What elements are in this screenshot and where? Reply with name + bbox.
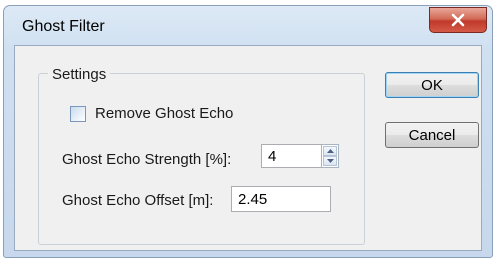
spin-up-button[interactable] <box>323 146 337 156</box>
window-title: Ghost Filter <box>22 18 105 35</box>
remove-ghost-echo-label[interactable]: Remove Ghost Echo <box>95 105 233 122</box>
offset-label: Ghost Echo Offset [m]: <box>62 192 214 209</box>
remove-ghost-echo-checkbox[interactable] <box>70 106 86 122</box>
cancel-button[interactable]: Cancel <box>385 122 479 148</box>
close-button[interactable] <box>429 7 487 33</box>
strength-spinner[interactable] <box>321 144 339 168</box>
offset-input[interactable] <box>231 186 331 212</box>
spin-down-button[interactable] <box>323 156 337 166</box>
arrow-down-icon <box>326 159 334 163</box>
strength-input[interactable] <box>261 144 321 168</box>
close-icon <box>451 13 465 27</box>
dialog-client-area: Settings Remove Ghost Echo Ghost Echo St… <box>14 45 482 251</box>
settings-group-label: Settings <box>48 66 111 83</box>
ok-button[interactable]: OK <box>385 72 479 98</box>
arrow-up-icon <box>326 149 334 153</box>
dialog-window: Ghost Filter Settings Remove Ghost Echo … <box>3 5 493 258</box>
strength-label: Ghost Echo Strength [%]: <box>62 151 232 168</box>
